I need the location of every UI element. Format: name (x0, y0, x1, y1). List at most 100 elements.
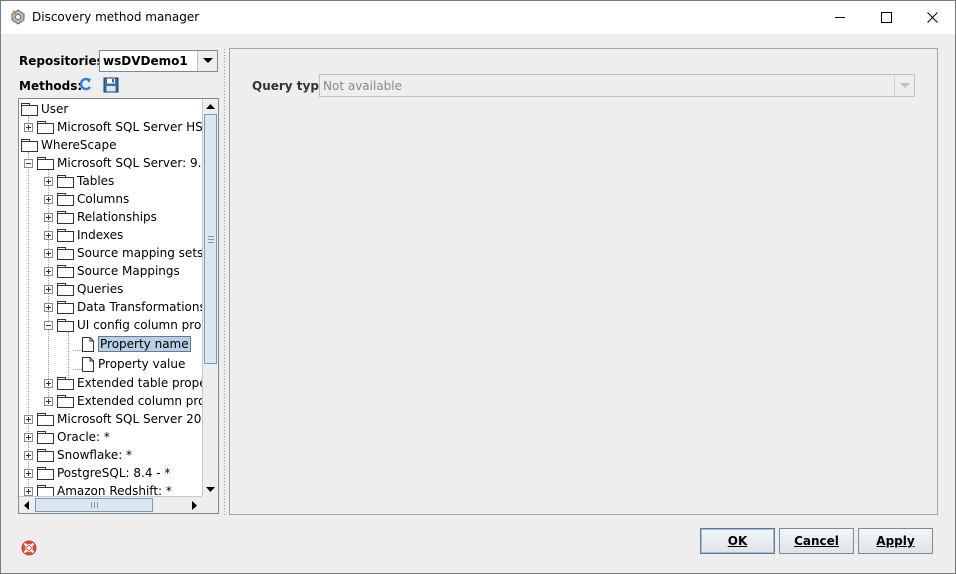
tree-node-snowflake[interactable]: Snowflake: * (24, 446, 132, 464)
folder-icon (57, 175, 74, 188)
tree-node-label: Columns (77, 192, 130, 206)
tree-node-oracle[interactable]: Oracle: * (24, 428, 110, 446)
expand-icon[interactable] (24, 122, 33, 132)
tree-node-label: Relationships (77, 210, 157, 224)
gear-tools-icon (11, 9, 25, 25)
scroll-left-icon[interactable] (19, 497, 34, 513)
tree-node-label: Indexes (77, 228, 124, 242)
discovery-method-manager-window: Discovery method manager Repositories : … (0, 0, 956, 574)
repository-select[interactable]: wsDVDemo1 (99, 50, 218, 72)
vertical-scroll-thumb[interactable] (204, 114, 217, 364)
folder-icon (37, 467, 54, 480)
expand-icon[interactable] (44, 248, 53, 258)
ok-button[interactable]: OK (700, 528, 775, 554)
tree-node-amazon-redshift[interactable]: Amazon Redshift: * (24, 482, 172, 496)
chevron-down-icon[interactable] (894, 75, 914, 96)
tree-node-postgresql[interactable]: PostgreSQL: 8.4 - * (24, 464, 170, 482)
tree-vertical-scrollbar[interactable] (202, 99, 218, 496)
refresh-icon[interactable] (77, 76, 95, 94)
tree-horizontal-scrollbar[interactable] (19, 496, 202, 513)
tree-node-extended-table[interactable]: Extended table propert (44, 374, 202, 392)
tree-node-ui-config-column[interactable]: UI config column prope (44, 316, 202, 334)
expand-icon[interactable] (44, 396, 53, 406)
maximize-button[interactable] (863, 1, 909, 33)
tree-node-data-transformations[interactable]: Data Transformations (44, 298, 202, 316)
tree-node-label: Oracle: * (57, 430, 110, 444)
minimize-button[interactable] (817, 1, 863, 33)
folder-icon (57, 247, 74, 260)
tree-node-mssql-hs[interactable]: Microsoft SQL Server HS: 9 (24, 118, 202, 136)
tree-node-queries[interactable]: Queries (44, 280, 123, 298)
folder-icon (37, 413, 54, 426)
tree-node-label: Tables (77, 174, 115, 188)
tree-node-property-value[interactable]: Property value (82, 355, 185, 373)
cancel-button[interactable]: Cancel (779, 528, 854, 554)
folder-icon (57, 283, 74, 296)
folder-icon (37, 121, 54, 134)
expand-icon[interactable] (44, 302, 53, 312)
folder-icon (57, 265, 74, 278)
expand-icon[interactable] (24, 450, 33, 460)
tree-node-user[interactable]: User (21, 100, 68, 118)
tree-node-mssql-9[interactable]: Microsoft SQL Server: 9.0 - (24, 154, 202, 172)
tree-node-label: Snowflake: * (57, 448, 133, 462)
tree-node-tables[interactable]: Tables (44, 172, 114, 190)
methods-tree[interactable]: User Microsoft SQL Server HS: 9 WhereSca… (18, 98, 219, 514)
folder-icon (37, 449, 54, 462)
expand-icon[interactable] (44, 212, 53, 222)
expand-icon[interactable] (44, 378, 53, 388)
expand-icon[interactable] (44, 176, 53, 186)
panel-splitter[interactable] (221, 48, 228, 515)
tree-node-label: Microsoft SQL Server HS: 9 (57, 120, 202, 134)
expand-icon[interactable] (24, 468, 33, 478)
folder-icon (21, 103, 38, 116)
tree-node-extended-column[interactable]: Extended column prop (44, 392, 202, 410)
folder-icon (37, 485, 54, 496)
expand-icon[interactable] (44, 230, 53, 240)
tree-node-mssql-2000[interactable]: Microsoft SQL Server 2000 (24, 410, 202, 428)
tree-node-label: Microsoft SQL Server 2000 (57, 412, 202, 426)
tree-node-indexes[interactable]: Indexes (44, 226, 123, 244)
folder-icon (57, 319, 74, 332)
tree-node-wherescape[interactable]: WhereScape (21, 136, 116, 154)
title-bar: Discovery method manager (1, 1, 955, 34)
tree-rows: User Microsoft SQL Server HS: 9 WhereSca… (19, 99, 202, 496)
maximize-icon (880, 11, 892, 23)
close-icon (926, 11, 938, 23)
tree-node-label-selected: Property name (98, 336, 191, 352)
folder-icon (37, 157, 54, 170)
scroll-right-icon[interactable] (187, 497, 202, 513)
minimize-icon (834, 16, 845, 18)
tree-node-relationships[interactable]: Relationships (44, 208, 157, 226)
expand-icon[interactable] (44, 284, 53, 294)
scroll-down-icon[interactable] (203, 482, 218, 496)
horizontal-scroll-thumb[interactable] (35, 498, 153, 512)
close-button[interactable] (909, 1, 955, 33)
apply-button[interactable]: Apply (858, 528, 933, 554)
query-type-select[interactable]: Not available (319, 74, 915, 97)
tree-node-source-mappings[interactable]: Source Mappings (44, 262, 180, 280)
help-lifebuoy-icon[interactable] (21, 540, 37, 556)
tree-node-label: Source Mappings (77, 264, 180, 278)
tree-node-label: WhereScape (41, 138, 117, 152)
tree-node-property-name[interactable]: Property name (82, 334, 191, 354)
expand-icon[interactable] (44, 194, 53, 204)
query-type-value: Not available (323, 79, 403, 93)
methods-panel: Repositories : wsDVDemo1 Methods: User M… (18, 48, 219, 515)
save-icon[interactable] (102, 76, 120, 94)
folder-icon (57, 395, 74, 408)
tree-node-label: PostgreSQL: 8.4 - * (57, 466, 171, 480)
expand-icon[interactable] (44, 266, 53, 276)
expand-icon[interactable] (24, 432, 33, 442)
expand-icon[interactable] (24, 414, 33, 424)
folder-icon (57, 377, 74, 390)
dialog-content: Repositories : wsDVDemo1 Methods: User M… (1, 34, 955, 573)
tree-node-source-mapping-sets[interactable]: Source mapping sets (44, 244, 202, 262)
expand-icon[interactable] (24, 486, 33, 496)
folder-icon (21, 139, 38, 152)
tree-node-columns[interactable]: Columns (44, 190, 129, 208)
chevron-down-icon[interactable] (197, 51, 217, 71)
collapse-icon[interactable] (24, 158, 33, 168)
scroll-up-icon[interactable] (203, 99, 218, 113)
collapse-icon[interactable] (44, 320, 53, 330)
